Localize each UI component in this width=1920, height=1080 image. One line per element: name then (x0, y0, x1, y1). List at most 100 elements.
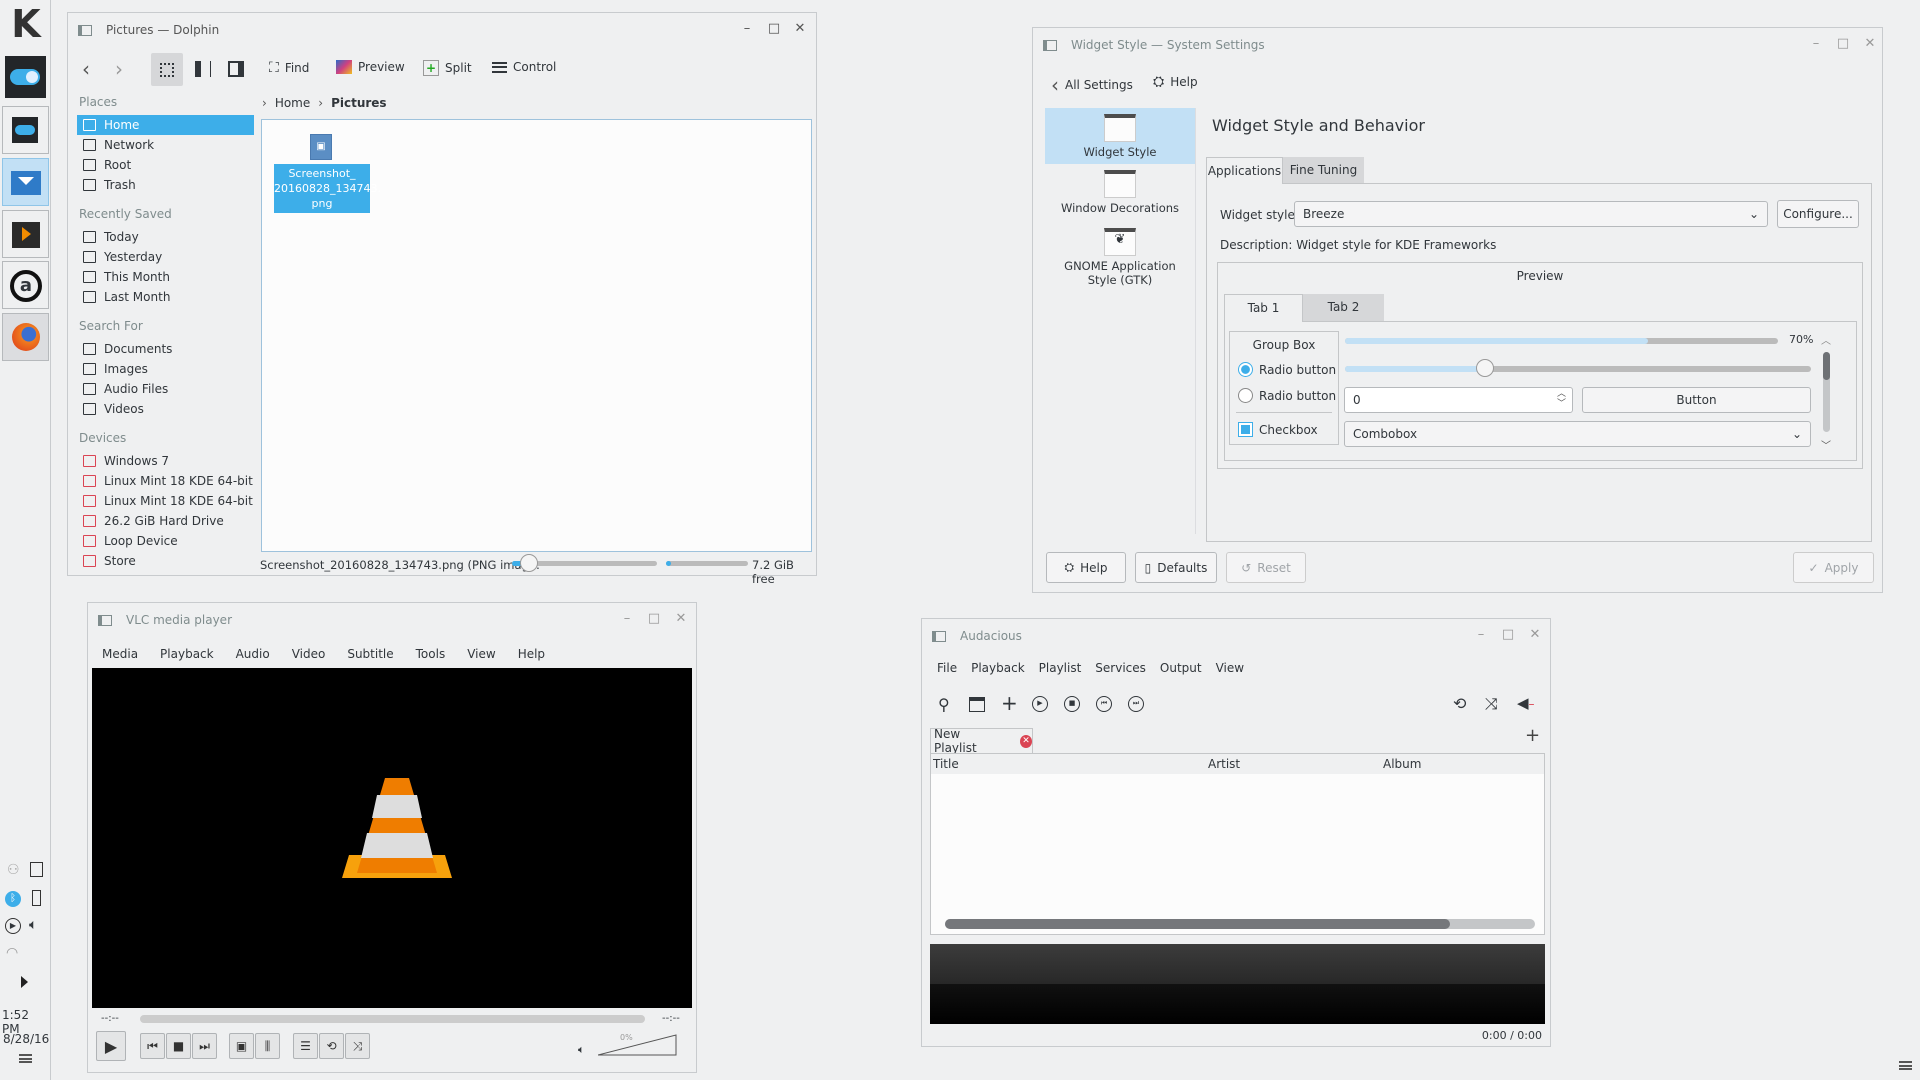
place-item[interactable]: Windows 7 (77, 451, 254, 471)
back-button[interactable]: ‹ (82, 57, 90, 81)
category-gtk[interactable]: ❦ GNOME Application Style (GTK) (1045, 224, 1195, 294)
place-item[interactable]: Root (77, 155, 254, 175)
widget-style-combobox[interactable]: Breeze ⌄ (1294, 201, 1768, 227)
search-icon[interactable]: ⚲ (938, 695, 950, 714)
reset-button[interactable]: ↺ Reset (1226, 552, 1306, 583)
minimize-button[interactable]: – (1472, 627, 1490, 642)
kde-menu-icon[interactable]: K (5, 3, 47, 45)
close-button[interactable]: ✕ (672, 611, 690, 626)
menu-view[interactable]: View (1216, 661, 1244, 675)
preview-button[interactable]: Button (1582, 387, 1811, 413)
add-icon[interactable]: + (1001, 691, 1018, 715)
maximize-button[interactable]: □ (1834, 36, 1852, 51)
file-view[interactable]: ▣ Screenshot_ 20160828_134743. png (261, 119, 812, 552)
place-item[interactable]: Yesterday (77, 247, 254, 267)
menu-tools[interactable]: Tools (416, 647, 446, 661)
playlist-table[interactable]: Title Artist Album (930, 753, 1545, 935)
window-menu-icon[interactable] (78, 24, 92, 36)
place-item[interactable]: Audio Files (77, 379, 254, 399)
volume-icon[interactable]: 🔈︎ (29, 917, 37, 933)
bluetooth-icon[interactable]: ᛒ (5, 891, 21, 907)
tab-applications[interactable]: Applications (1206, 157, 1283, 184)
window-menu-icon[interactable] (932, 630, 946, 642)
icons-view-button[interactable] (151, 53, 183, 86)
place-item[interactable]: Linux Mint 18 KDE 64-bit (77, 491, 254, 511)
menu-subtitle[interactable]: Subtitle (347, 647, 393, 661)
audacious-titlebar[interactable]: Audacious (922, 619, 1550, 653)
menu-file[interactable]: File (937, 661, 957, 675)
category-window-decorations[interactable]: Window Decorations (1045, 166, 1195, 222)
seek-bar[interactable] (140, 1015, 645, 1023)
firefox-task[interactable] (2, 313, 49, 361)
place-item[interactable]: Loop Device (77, 531, 254, 551)
maximize-button[interactable]: □ (765, 21, 783, 36)
expand-tray-icon[interactable] (21, 976, 28, 988)
vlc-task[interactable] (2, 210, 49, 258)
split-button[interactable]: + Split (423, 60, 472, 76)
tab-fine-tuning[interactable]: Fine Tuning (1283, 157, 1364, 183)
find-button[interactable]: ⛶ Find (269, 60, 309, 76)
close-button[interactable]: ✕ (1526, 627, 1544, 642)
menu-view[interactable]: View (467, 647, 495, 661)
window-menu-icon[interactable] (98, 614, 112, 626)
previous-button[interactable]: ⏮ (140, 1033, 165, 1059)
stop-button[interactable]: ■ (166, 1033, 191, 1059)
clipboard-icon[interactable] (30, 862, 43, 877)
playlist-button[interactable]: ☰ (293, 1033, 318, 1059)
place-item[interactable]: Last Month (77, 287, 254, 307)
control-button[interactable]: Control (492, 60, 556, 74)
shuffle-icon[interactable]: ⤨ (1485, 694, 1498, 714)
place-item[interactable]: Network (77, 135, 254, 155)
place-item[interactable]: Documents (77, 339, 254, 359)
minimize-button[interactable]: – (1807, 36, 1825, 51)
category-widget-style[interactable]: Widget Style (1045, 108, 1195, 164)
spin-arrows-icon[interactable]: ︿ ﹀ (1557, 389, 1566, 409)
column-album[interactable]: Album (1383, 757, 1421, 771)
menu-output[interactable]: Output (1160, 661, 1202, 675)
spin-box[interactable]: 0 ︿ ﹀ (1344, 387, 1573, 413)
stop-icon[interactable]: ■ (1064, 696, 1080, 712)
maximize-button[interactable]: □ (1499, 627, 1517, 642)
menu-video[interactable]: Video (292, 647, 326, 661)
vlc-titlebar[interactable]: VLC media player (88, 603, 696, 637)
menu-playback[interactable]: Playback (971, 661, 1025, 675)
next-icon[interactable]: ⏭ (1128, 696, 1144, 712)
wifi-icon[interactable]: ◠ (6, 945, 18, 961)
menu-media[interactable]: Media (102, 647, 138, 661)
place-item[interactable]: Store (77, 551, 254, 571)
system-settings-task[interactable] (2, 106, 49, 154)
user-switch-icon[interactable]: ⚇ (7, 862, 20, 878)
close-playlist-icon[interactable]: ✕ (1020, 734, 1032, 748)
open-folder-icon[interactable] (969, 697, 985, 712)
column-artist[interactable]: Artist (1208, 757, 1240, 771)
audacious-task[interactable]: a (2, 261, 49, 309)
repeat-icon[interactable]: ⟲ (1453, 694, 1466, 713)
breadcrumb-home[interactable]: Home (275, 96, 310, 110)
preview-scrollbar[interactable] (1823, 352, 1830, 432)
zoom-slider[interactable] (512, 554, 657, 572)
radio-button-2[interactable]: Radio button (1238, 388, 1336, 403)
mute-icon[interactable]: 🔈︎ (578, 1043, 585, 1057)
details-view-button[interactable] (228, 61, 244, 77)
desktop-menu-icon[interactable] (1899, 1061, 1912, 1070)
forward-button[interactable]: › (115, 57, 123, 81)
menu-services[interactable]: Services (1095, 661, 1146, 675)
checkbox[interactable]: Checkbox (1238, 422, 1318, 437)
play-button[interactable]: ▶ (96, 1031, 126, 1061)
radio-button-1[interactable]: Radio button (1238, 362, 1336, 377)
preview-tab-2[interactable]: Tab 2 (1303, 294, 1384, 321)
dolphin-task[interactable] (2, 158, 49, 206)
place-item[interactable]: Videos (77, 399, 254, 419)
close-button[interactable]: ✕ (1861, 36, 1879, 51)
all-settings-button[interactable]: ‹ All Settings (1051, 73, 1133, 97)
place-item[interactable]: Trash (77, 175, 254, 195)
help-button-top[interactable]: ⛭ Help (1153, 74, 1198, 90)
horizontal-scrollbar[interactable] (945, 919, 1535, 929)
preview-slider[interactable] (1345, 359, 1811, 377)
shuffle-button[interactable]: ⤨ (345, 1033, 370, 1059)
preview-button[interactable]: Preview (336, 60, 405, 74)
minimize-button[interactable]: – (618, 611, 636, 626)
volume-slider[interactable]: 0% (597, 1033, 678, 1057)
file-item[interactable]: ▣ Screenshot_ 20160828_134743. png (274, 134, 381, 213)
defaults-button[interactable]: ▯ Defaults (1135, 552, 1217, 583)
